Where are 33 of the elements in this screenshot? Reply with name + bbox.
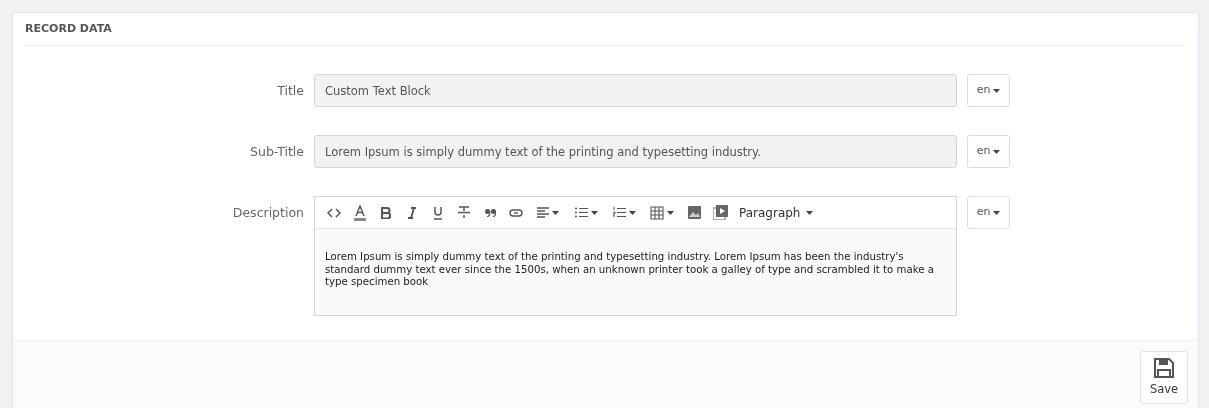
strikethrough-icon (458, 206, 470, 219)
caret-icon (993, 149, 1001, 154)
bold-icon (381, 206, 391, 219)
image-icon (687, 206, 701, 219)
underline-icon (433, 205, 443, 220)
caret-icon (552, 210, 559, 215)
numbered-list-icon (612, 207, 626, 218)
quote-icon (484, 208, 496, 217)
caret-icon (806, 210, 814, 215)
align-icon (537, 206, 549, 219)
text-field[interactable]: Custom Text Block (314, 74, 957, 107)
field-label: Sub-Title (249, 143, 305, 161)
field-label: Title (276, 82, 305, 100)
code-icon (327, 207, 341, 218)
text-field[interactable]: Lorem Ipsum is simply dummy text of the printing and typesetting industry. (314, 135, 957, 168)
language-dropdown[interactable]: en (967, 74, 1010, 107)
table-icon (650, 205, 664, 220)
video-icon (712, 205, 728, 220)
caret-icon (628, 210, 636, 215)
text-color-icon (354, 204, 366, 221)
bullet-list-icon (574, 207, 588, 218)
italic-icon (407, 206, 417, 219)
panel-title: RECORD DATA (25, 20, 112, 37)
editor-content[interactable]: Lorem Ipsum is simply dummy text of the printing and typesetting industry. Lorem Ipsum has been the industry's standard dummy text ever since the 1500s, when an unknown printer took a galley of type and scrambled it to make a type specimen book (315, 229, 956, 315)
field-label: Description (231, 204, 305, 222)
language-dropdown[interactable]: en (967, 196, 1010, 229)
caret-icon (590, 210, 598, 215)
save-button[interactable]: Save (1140, 351, 1188, 404)
caret-icon (667, 210, 674, 215)
caret-icon (993, 88, 1001, 93)
language-dropdown[interactable]: en (967, 135, 1010, 168)
caret-icon (993, 210, 1001, 215)
link-icon (509, 208, 523, 217)
